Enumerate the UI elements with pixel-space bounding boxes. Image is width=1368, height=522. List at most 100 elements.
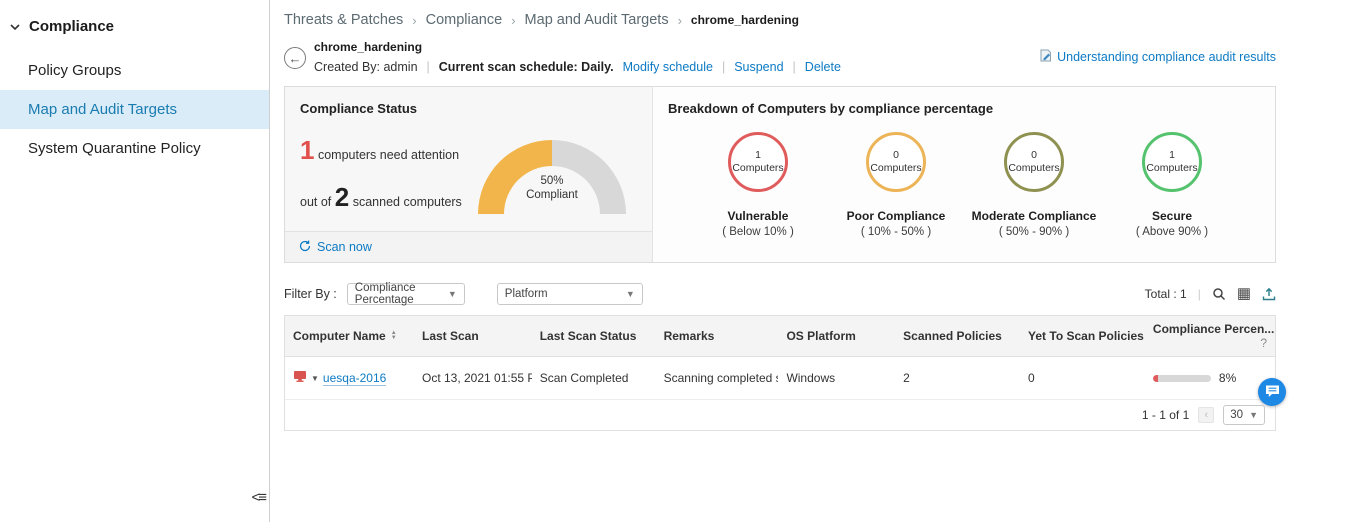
meta-separator: |: [427, 60, 430, 74]
moderate-compliance-circle[interactable]: 0 Computers: [1004, 132, 1064, 192]
compliance-status-text: 1 computers need attention out of 2 scan…: [300, 135, 478, 213]
compliance-percentage-cell: 8%: [1145, 357, 1275, 400]
export-icon[interactable]: [1262, 287, 1276, 301]
column-header-yet-to-scan-policies[interactable]: Yet To Scan Policies: [1020, 316, 1145, 357]
breadcrumb-compliance[interactable]: Compliance: [426, 12, 503, 28]
chat-fab-button[interactable]: [1258, 378, 1286, 406]
computers-table: Computer Name ▲▼ Last Scan Last Scan Sta…: [284, 315, 1276, 431]
column-header-last-scan[interactable]: Last Scan: [414, 316, 532, 357]
breakdown-item-moderate-compliance: 0 Computers Moderate Compliance ( 50% - …: [965, 132, 1103, 238]
page-header-text: chrome_hardening Created By: admin | Cur…: [314, 40, 841, 74]
column-header-computer-name[interactable]: Computer Name ▲▼: [285, 316, 414, 357]
compliance-progress-bar: [1153, 375, 1211, 382]
sidebar-section-label: Compliance: [29, 18, 114, 35]
secure-count: 1: [1169, 149, 1175, 162]
column-header-scanned-policies[interactable]: Scanned Policies: [895, 316, 1020, 357]
compliance-status-body: 1 computers need attention out of 2 scan…: [285, 116, 652, 231]
sidebar-item-map-and-audit-targets[interactable]: Map and Audit Targets: [0, 90, 269, 129]
sidebar: Compliance Policy Groups Map and Audit T…: [0, 0, 270, 522]
sidebar-item-policy-groups[interactable]: Policy Groups: [0, 51, 269, 90]
pagination-prev-icon[interactable]: ‹: [1198, 407, 1214, 423]
breadcrumb-separator: ›: [678, 13, 682, 28]
poor-compliance-circle[interactable]: 0 Computers: [866, 132, 926, 192]
moderate-compliance-label: Moderate Compliance: [972, 209, 1097, 223]
column-header-last-scan-status[interactable]: Last Scan Status: [532, 316, 656, 357]
os-platform-cell: Windows: [778, 357, 895, 400]
scan-now-link[interactable]: Scan now: [317, 240, 372, 254]
filter-by-label: Filter By :: [284, 287, 337, 301]
page-header: ← chrome_hardening Created By: admin | C…: [284, 40, 1276, 74]
scan-schedule-label: Current scan schedule: Daily.: [439, 60, 614, 74]
moderate-compliance-unit: Computers: [1008, 162, 1059, 175]
vulnerable-unit: Computers: [732, 162, 783, 175]
understanding-audit-results-link[interactable]: Understanding compliance audit results: [1057, 50, 1276, 64]
app-root: Compliance Policy Groups Map and Audit T…: [0, 0, 1368, 522]
breakdown-title: Breakdown of Computers by compliance per…: [653, 87, 1275, 116]
sidebar-nav: Policy Groups Map and Audit Targets Syst…: [0, 51, 269, 168]
scanned-count: 2: [335, 182, 349, 212]
scanned-line: out of 2 scanned computers: [300, 182, 478, 213]
compliance-status-section: Compliance Status 1 computers need atten…: [285, 87, 653, 262]
meta-separator: |: [722, 60, 725, 74]
breakdown-item-poor-compliance: 0 Computers Poor Compliance ( 10% - 50% …: [827, 132, 965, 238]
meta-separator: |: [793, 60, 796, 74]
search-icon[interactable]: [1212, 287, 1226, 301]
breakdown-item-secure: 1 Computers Secure ( Above 90% ): [1103, 132, 1241, 238]
column-header-os-platform[interactable]: OS Platform: [778, 316, 895, 357]
table-toolbar: Total : 1 | ▦: [1145, 287, 1276, 301]
table-row: ▼ uesqa-2016 Oct 13, 2021 01:55 P... Sca…: [285, 357, 1275, 400]
last-scan-cell: Oct 13, 2021 01:55 P...: [414, 357, 532, 400]
breakdown-item-vulnerable: 1 Computers Vulnerable ( Below 10% ): [689, 132, 827, 238]
gauge-sublabel: Compliant: [478, 188, 626, 202]
column-chooser-icon[interactable]: ▦: [1237, 287, 1251, 301]
page-size-dropdown[interactable]: 30 ▼: [1223, 405, 1265, 425]
breadcrumb-separator: ›: [511, 13, 515, 28]
breakdown-section: Breakdown of Computers by compliance per…: [653, 87, 1275, 262]
help-link-group: Understanding compliance audit results: [1039, 49, 1276, 65]
sidebar-item-system-quarantine-policy[interactable]: System Quarantine Policy: [0, 129, 269, 168]
compliance-status-panel: Compliance Status 1 computers need atten…: [284, 86, 1276, 263]
delete-link[interactable]: Delete: [805, 60, 841, 74]
yet-to-scan-policies-cell: 0: [1020, 357, 1145, 400]
last-scan-status-cell: Scan Completed: [532, 357, 656, 400]
compliance-status-title: Compliance Status: [285, 87, 652, 116]
attention-line: 1 computers need attention: [300, 135, 478, 166]
sidebar-collapse-icon[interactable]: <≡: [251, 489, 265, 506]
help-icon[interactable]: ?: [1260, 336, 1267, 350]
suspend-link[interactable]: Suspend: [734, 60, 783, 74]
back-button[interactable]: ←: [284, 47, 306, 69]
secure-circle[interactable]: 1 Computers: [1142, 132, 1202, 192]
row-actions-caret-icon[interactable]: ▼: [311, 374, 319, 383]
page-title: chrome_hardening: [314, 40, 841, 54]
computer-icon: [293, 370, 307, 386]
compliance-percent-label: 8%: [1219, 371, 1236, 385]
breadcrumb-map-and-audit-targets[interactable]: Map and Audit Targets: [525, 12, 669, 28]
refresh-icon: [299, 240, 311, 255]
compliance-gauge: 50% Compliant: [478, 140, 626, 214]
column-header-remarks[interactable]: Remarks: [656, 316, 779, 357]
compliance-percentage-dropdown[interactable]: Compliance Percentage ▼: [347, 283, 465, 305]
platform-dropdown[interactable]: Platform ▼: [497, 283, 643, 305]
moderate-compliance-count: 0: [1031, 149, 1037, 162]
computer-name-link[interactable]: uesqa-2016: [323, 371, 386, 386]
poor-compliance-range: ( 10% - 50% ): [861, 226, 931, 238]
vulnerable-count: 1: [755, 149, 761, 162]
column-header-compliance-percentage[interactable]: Compliance Percen... ?: [1145, 316, 1275, 357]
document-edit-icon: [1039, 49, 1052, 65]
modify-schedule-link[interactable]: Modify schedule: [623, 60, 713, 74]
pagination-range-label: 1 - 1 of 1: [1142, 408, 1189, 422]
created-by-label: Created By: admin: [314, 60, 418, 74]
breadcrumb: Threats & Patches › Compliance › Map and…: [284, 12, 1276, 28]
out-of-label: out of: [300, 195, 331, 209]
vulnerable-range: ( Below 10% ): [722, 226, 794, 238]
chevron-down-icon: [10, 19, 20, 34]
vulnerable-label: Vulnerable: [728, 209, 789, 223]
vulnerable-circle[interactable]: 1 Computers: [728, 132, 788, 192]
sort-icon[interactable]: ▲▼: [391, 331, 397, 341]
attention-count: 1: [300, 135, 314, 165]
moderate-compliance-range: ( 50% - 90% ): [999, 226, 1069, 238]
breadcrumb-threats-and-patches[interactable]: Threats & Patches: [284, 12, 403, 28]
main-content: Threats & Patches › Compliance › Map and…: [270, 0, 1368, 522]
sidebar-section-compliance[interactable]: Compliance: [0, 14, 269, 51]
breakdown-circles: 1 Computers Vulnerable ( Below 10% ) 0 C…: [653, 116, 1275, 238]
